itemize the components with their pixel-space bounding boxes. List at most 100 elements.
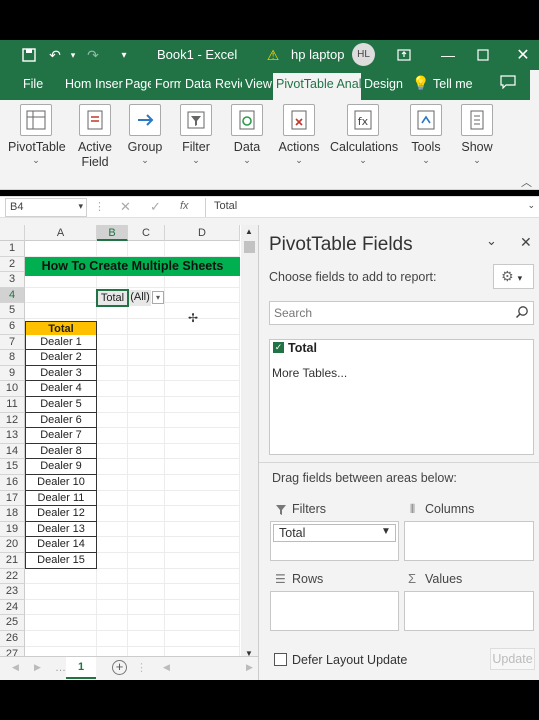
save-icon[interactable] xyxy=(18,44,40,66)
dealer-cell[interactable]: Dealer 5 xyxy=(25,397,97,413)
redo-icon[interactable]: ↷ xyxy=(82,44,104,66)
row-header[interactable]: 10 xyxy=(0,381,25,397)
row-header[interactable]: 7 xyxy=(0,334,25,351)
row-header[interactable]: 25 xyxy=(0,615,25,631)
pane-options-chevron-icon[interactable]: ⌄ xyxy=(486,233,497,249)
row-header[interactable]: 26 xyxy=(0,631,25,647)
row-header[interactable]: 6 xyxy=(0,319,25,335)
row-header[interactable]: 19 xyxy=(0,521,25,538)
dealer-cell[interactable]: Dealer 11 xyxy=(25,490,97,507)
filter-button[interactable]: Filter ⌄ xyxy=(178,104,214,165)
row-header[interactable]: 3 xyxy=(0,272,25,288)
column-header-c[interactable]: C xyxy=(128,225,165,241)
filter-label-cell[interactable]: Total xyxy=(96,288,129,307)
filter-value-cell[interactable]: (All) xyxy=(129,289,151,306)
vertical-scrollbar[interactable]: ▲ ▼ xyxy=(241,225,258,665)
row-header[interactable]: 24 xyxy=(0,599,25,616)
cancel-icon[interactable]: ✕ xyxy=(120,199,131,215)
undo-dropdown-icon[interactable]: ▾ xyxy=(62,44,84,66)
sheet-more-icon[interactable]: … xyxy=(55,662,66,674)
dealer-cell[interactable]: Dealer 12 xyxy=(25,506,97,522)
filter-field-item[interactable]: Total ▼ xyxy=(273,524,396,542)
tab-design[interactable]: Design xyxy=(364,77,403,91)
row-header[interactable]: 2 xyxy=(0,256,25,273)
dealer-cell[interactable]: Dealer 14 xyxy=(25,537,97,553)
name-box-dropdown-icon[interactable]: ▾ xyxy=(78,201,83,212)
field-total-label[interactable]: Total xyxy=(288,341,317,355)
row-header[interactable]: 4 xyxy=(0,287,25,304)
row-header[interactable]: 16 xyxy=(0,475,25,491)
close-icon[interactable]: ✕ xyxy=(512,44,534,66)
tools-button[interactable]: Tools ⌄ xyxy=(408,104,444,165)
add-sheet-icon[interactable]: + xyxy=(112,660,127,675)
insert-function-icon[interactable]: fx xyxy=(180,200,189,212)
maximize-icon[interactable] xyxy=(472,44,494,66)
dealer-cell[interactable]: Dealer 2 xyxy=(25,350,97,366)
filter-dropdown-icon[interactable]: ▾ xyxy=(152,291,164,304)
tab-page-layout[interactable]: Page xyxy=(125,77,151,91)
defer-layout-checkbox[interactable] xyxy=(274,653,287,666)
expand-formula-icon[interactable]: ⌄ xyxy=(527,200,535,211)
tab-home[interactable]: Hom xyxy=(65,77,92,91)
update-button[interactable]: Update xyxy=(490,648,535,670)
sheet-title-banner[interactable]: How To Create Multiple Sheets xyxy=(25,257,240,276)
dealer-cell[interactable]: Dealer 3 xyxy=(25,365,97,382)
row-header[interactable]: 21 xyxy=(0,553,25,569)
row-header[interactable]: 20 xyxy=(0,537,25,553)
row-header[interactable]: 11 xyxy=(0,397,25,413)
dealer-cell[interactable]: Dealer 9 xyxy=(25,459,97,475)
more-tables-link[interactable]: More Tables... xyxy=(272,366,347,380)
dealer-cell[interactable]: Dealer 6 xyxy=(25,412,97,429)
dealer-cell[interactable]: Dealer 10 xyxy=(25,475,97,491)
customize-toolbar-icon[interactable]: ▾ xyxy=(113,44,135,66)
minimize-icon[interactable]: — xyxy=(437,44,459,66)
tab-insert[interactable]: Inser xyxy=(95,77,123,91)
row-header[interactable]: 15 xyxy=(0,459,25,475)
pane-close-icon[interactable]: ✕ xyxy=(520,234,532,251)
name-box[interactable]: B4 ▾ xyxy=(5,198,87,217)
account-name[interactable]: hp laptop xyxy=(291,47,345,62)
dealer-cell[interactable]: Dealer 8 xyxy=(25,443,97,460)
hscroll-left-icon[interactable]: ◀ xyxy=(163,662,170,673)
sheet-prev-icon[interactable]: ◀ xyxy=(12,662,19,673)
row-header[interactable]: 13 xyxy=(0,428,25,444)
row-header[interactable]: 22 xyxy=(0,568,25,585)
row-header[interactable]: 8 xyxy=(0,350,25,366)
dealer-cell[interactable]: Dealer 15 xyxy=(25,553,97,569)
row-header[interactable]: 17 xyxy=(0,490,25,507)
column-header-a[interactable]: A xyxy=(25,225,97,241)
rows-area[interactable] xyxy=(270,591,399,631)
formula-input[interactable]: Total ⌄ xyxy=(205,198,539,217)
tab-file[interactable]: File xyxy=(23,77,43,91)
show-button[interactable]: Show ⌄ xyxy=(458,104,496,165)
scroll-up-icon[interactable]: ▲ xyxy=(245,227,253,236)
comments-icon[interactable] xyxy=(500,75,516,92)
sheet-tab-1[interactable]: 1 xyxy=(66,657,96,679)
calculations-button[interactable]: fx Calculations ⌄ xyxy=(330,104,398,165)
dealer-cell[interactable]: Dealer 13 xyxy=(25,521,97,538)
dealer-cell[interactable]: Dealer 7 xyxy=(25,428,97,444)
active-field-button[interactable]: Active Field xyxy=(72,104,118,170)
hscroll-right-icon[interactable]: ▶ xyxy=(246,662,253,673)
tools-gear-icon[interactable]: ⚙ ▾ xyxy=(493,264,534,289)
dealer-cell[interactable]: Dealer 1 xyxy=(25,334,97,351)
search-input[interactable]: Search xyxy=(269,301,534,325)
tab-data[interactable]: Data xyxy=(185,77,211,91)
avatar[interactable]: HL xyxy=(352,43,375,66)
row-header[interactable]: 5 xyxy=(0,303,25,319)
pivottable-button[interactable]: PivotTable ⌄ xyxy=(8,104,66,165)
filter-field-dropdown-icon[interactable]: ▼ xyxy=(381,526,391,537)
ribbon-display-icon[interactable] xyxy=(393,44,415,66)
tab-formulas[interactable]: Form xyxy=(155,77,181,91)
scroll-thumb[interactable] xyxy=(244,241,255,253)
tell-me-search[interactable]: Tell me xyxy=(433,77,473,91)
tab-pivottable-analyze[interactable]: PivotTable Analy xyxy=(273,73,361,100)
actions-button[interactable]: Actions ⌄ xyxy=(278,104,320,165)
column-header-b[interactable]: B xyxy=(97,225,128,241)
group-button[interactable]: Group ⌄ xyxy=(126,104,164,165)
filters-area[interactable]: Total ▼ xyxy=(270,521,399,561)
row-header[interactable]: 1 xyxy=(0,241,25,257)
sheet-next-icon[interactable]: ▶ xyxy=(34,662,41,673)
row-header[interactable]: 23 xyxy=(0,584,25,600)
select-all-corner[interactable] xyxy=(0,225,25,241)
